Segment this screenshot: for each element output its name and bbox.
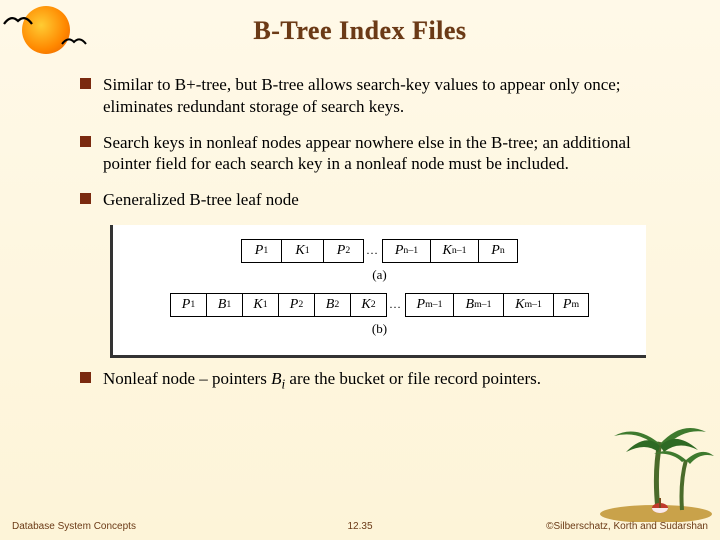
node-cell: Pn–1 — [382, 239, 430, 263]
footer-copyright: ©Silberschatz, Korth and Sudarshan — [546, 521, 708, 532]
node-cell: K1 — [242, 293, 278, 317]
btree-diagram: P1 K1 P2 … Pn–1 Kn–1 Pn (a) P1 B1 K1 P2 … — [110, 225, 646, 358]
bullet-text: Generalized B-tree leaf node — [103, 189, 299, 211]
nonleaf-node-row: P1 B1 K1 P2 B2 K2 … Pm–1 Bm–1 Km–1 Pm — [123, 293, 636, 317]
bullet-text: Similar to B+-tree, but B-tree allows se… — [103, 74, 676, 118]
node-cell: K1 — [281, 239, 323, 263]
node-cell: B1 — [206, 293, 242, 317]
leaf-node-row: P1 K1 P2 … Pn–1 Kn–1 Pn — [123, 239, 636, 263]
text-fragment: are the bucket or file record pointers. — [285, 369, 541, 388]
bullet-text: Nonleaf node – pointers Bi are the bucke… — [103, 368, 541, 393]
node-cell: P1 — [170, 293, 206, 317]
bullet-item: Generalized B-tree leaf node — [80, 189, 676, 211]
node-ellipsis: … — [386, 293, 405, 317]
bullet-marker — [80, 372, 91, 383]
node-cell: P2 — [278, 293, 314, 317]
bird-icon — [2, 14, 34, 26]
node-cell: Pm–1 — [405, 293, 453, 317]
variable: B — [271, 369, 281, 388]
node-cell: Kn–1 — [430, 239, 478, 263]
footer-page-number: 12.35 — [347, 521, 372, 532]
node-cell: Pm — [553, 293, 589, 317]
footer-left: Database System Concepts — [12, 521, 136, 532]
diagram-label-b: (b) — [123, 321, 636, 337]
palm-decoration — [596, 402, 716, 522]
bullet-marker — [80, 78, 91, 89]
bullet-marker — [80, 136, 91, 147]
text-fragment: Nonleaf node – pointers — [103, 369, 271, 388]
node-cell: K2 — [350, 293, 386, 317]
bullet-item: Search keys in nonleaf nodes appear nowh… — [80, 132, 676, 176]
node-cell: P1 — [241, 239, 281, 263]
node-cell: P2 — [323, 239, 363, 263]
node-ellipsis: … — [363, 239, 382, 263]
slide-title: B-Tree Index Files — [0, 0, 720, 46]
bullet-text: Search keys in nonleaf nodes appear nowh… — [103, 132, 676, 176]
diagram-label-a: (a) — [123, 267, 636, 283]
bullet-marker — [80, 193, 91, 204]
slide-content: Similar to B+-tree, but B-tree allows se… — [0, 46, 720, 393]
node-cell: Pn — [478, 239, 518, 263]
slide-footer: Database System Concepts 12.35 ©Silbersc… — [0, 521, 720, 532]
node-cell: Bm–1 — [453, 293, 503, 317]
node-cell: B2 — [314, 293, 350, 317]
node-cell: Km–1 — [503, 293, 553, 317]
bullet-item: Nonleaf node – pointers Bi are the bucke… — [80, 368, 676, 393]
bullet-item: Similar to B+-tree, but B-tree allows se… — [80, 74, 676, 118]
bird-icon — [60, 36, 88, 46]
